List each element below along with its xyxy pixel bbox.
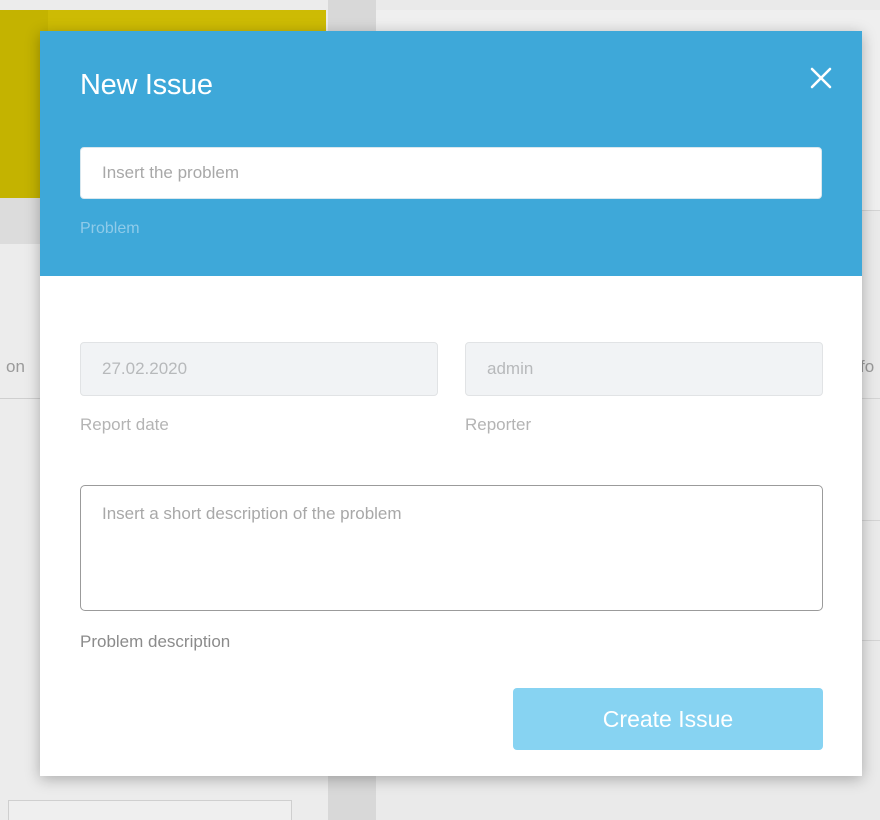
report-date-field[interactable] <box>80 342 438 396</box>
problem-label: Problem <box>80 220 140 237</box>
create-issue-button[interactable]: Create Issue <box>513 688 823 750</box>
modal-header: New Issue Problem <box>40 31 862 276</box>
modal-title: New Issue <box>80 69 213 101</box>
close-button[interactable] <box>806 63 836 93</box>
problem-input[interactable] <box>80 147 822 199</box>
background-text-fragment: on <box>6 357 25 376</box>
background-input-box <box>8 800 292 820</box>
close-icon <box>810 67 832 89</box>
new-issue-modal: New Issue Problem Report date Reporter P… <box>40 31 862 776</box>
reporter-field[interactable] <box>465 342 823 396</box>
problem-description-textarea[interactable] <box>80 485 823 611</box>
reporter-label: Reporter <box>465 415 532 434</box>
problem-description-label: Problem description <box>80 632 231 651</box>
report-date-label: Report date <box>80 415 169 434</box>
background-text-fragment: fo <box>860 357 875 376</box>
